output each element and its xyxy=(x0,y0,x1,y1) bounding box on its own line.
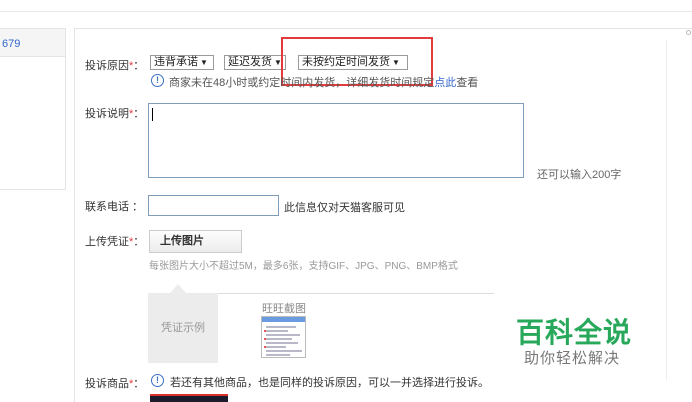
text-caret xyxy=(152,108,153,121)
panel-divider xyxy=(666,40,667,380)
phone-input[interactable] xyxy=(148,195,279,216)
remaining-chars-text: 还可以输入200字 xyxy=(537,169,622,181)
complaint-reason-label: 投诉原因*： xyxy=(85,57,144,73)
reason-hint-suffix: 查看 xyxy=(456,77,479,89)
reason-select-level2[interactable]: 延迟发货 ▼ xyxy=(224,55,286,70)
reason-select-level2-value: 延迟发货 xyxy=(228,56,272,68)
sample-notch xyxy=(170,284,186,293)
evidence-label: 上传凭证*： xyxy=(85,233,144,249)
sample-caption: 旺旺截图 xyxy=(262,303,306,315)
complaint-description-label-text: 投诉说明 xyxy=(85,108,129,120)
chat-screenshot-thumbnail[interactable] xyxy=(261,316,306,358)
reason-select-level1-value: 违背承诺 xyxy=(154,56,198,68)
label-colon: ： xyxy=(133,378,145,390)
evidence-label-text: 上传凭证 xyxy=(85,236,129,248)
complaint-reason-label-text: 投诉原因 xyxy=(85,60,129,72)
info-icon: ! xyxy=(151,74,164,87)
label-colon: ： xyxy=(133,236,145,248)
label-colon: ： xyxy=(133,60,145,72)
watermark-slogan: 助你轻松解决 xyxy=(524,349,621,367)
corner-indicator xyxy=(686,30,691,35)
products-hint: 若还有其他商品，也是同样的投诉原因，可以一并选择进行投诉。 xyxy=(170,377,489,389)
top-bar xyxy=(0,0,692,12)
upload-hint: 每张图片大小不超过5M，最多6张，支持GIF、JPG、PNG、BMP格式 xyxy=(149,261,458,272)
info-icon: ! xyxy=(151,374,164,387)
reason-select-level1[interactable]: 违背承诺 ▼ xyxy=(150,55,214,70)
dropdown-arrow-icon: ▼ xyxy=(200,58,208,67)
complaint-description-label: 投诉说明*： xyxy=(85,105,144,121)
phone-privacy-note: 此信息仅对天猫客服可见 xyxy=(284,202,405,214)
label-colon: ： xyxy=(133,108,145,120)
order-number-fragment[interactable]: 679 xyxy=(2,38,20,50)
watermark-logo-text: 百科全说 xyxy=(516,316,633,349)
order-side-panel xyxy=(0,28,66,190)
reason-hint-link[interactable]: 点此 xyxy=(434,77,456,89)
complaint-products-label-text: 投诉商品 xyxy=(85,378,129,390)
sample-tab: 凭证示例 xyxy=(148,293,218,363)
reason-hint: 商家未在48小时或约定时间内发货，详细发货时间规定点此查看 xyxy=(169,74,478,90)
description-textarea[interactable] xyxy=(148,103,524,178)
phone-label: 联系电话 ： xyxy=(85,201,144,213)
complaint-products-label: 投诉商品*： xyxy=(85,375,144,391)
upload-image-button[interactable]: 上传图片 xyxy=(149,230,242,253)
reason-hint-text: 商家未在48小时或约定时间内发货，详细发货时间规定 xyxy=(169,77,435,89)
product-thumbnail[interactable] xyxy=(150,394,228,402)
